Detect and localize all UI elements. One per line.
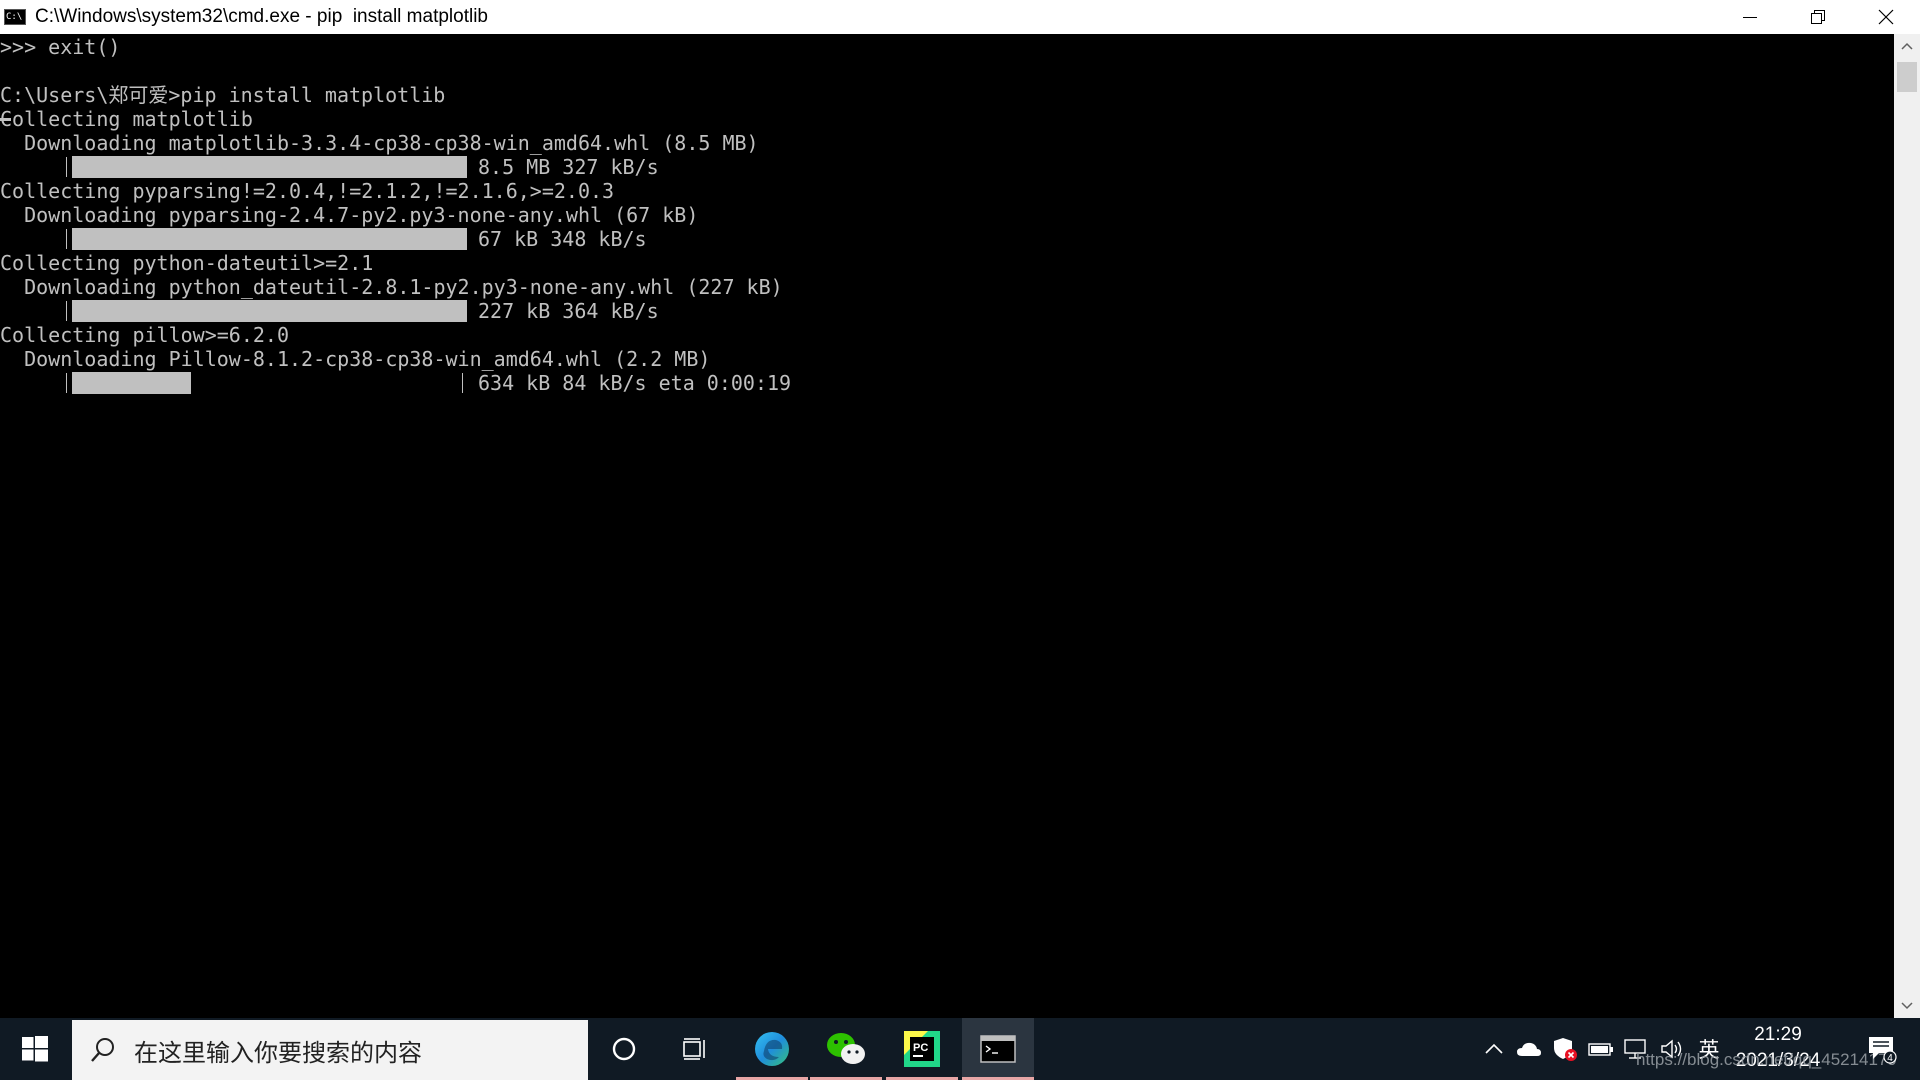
console-line: Downloading python_dateutil-2.8.1-py2.py… (0, 275, 783, 299)
progress-bar-border (66, 157, 67, 177)
progress-status: 67 kB 348 kB/s (478, 227, 647, 251)
console-line: >>> exit() (0, 35, 121, 59)
scroll-down-button[interactable] (1894, 994, 1920, 1018)
progress-bar-fill (72, 300, 467, 322)
action-center-button[interactable]: 4 (1852, 1018, 1912, 1080)
close-icon (1878, 9, 1894, 25)
console-line: Collecting pillow>=6.2.0 (0, 323, 289, 347)
task-view-button[interactable] (660, 1018, 732, 1080)
pycharm-icon: PC (904, 1031, 940, 1067)
chevron-down-icon (1901, 1002, 1913, 1010)
progress-status: 634 kB 84 kB/s eta 0:00:19 (478, 371, 792, 395)
minimize-button[interactable] (1716, 0, 1784, 34)
vertical-scrollbar[interactable] (1894, 34, 1920, 1018)
window-title: C:\Windows\system32\cmd.exe - pip instal… (35, 6, 488, 27)
cloud-icon (1517, 1042, 1541, 1056)
taskbar-app-wechat[interactable] (810, 1018, 882, 1080)
battery-tray[interactable] (1584, 1018, 1618, 1080)
progress-bar (72, 300, 467, 322)
text-cursor (0, 118, 11, 121)
cortana-button[interactable] (588, 1018, 660, 1080)
battery-icon (1588, 1043, 1613, 1056)
scroll-thumb[interactable] (1897, 62, 1917, 92)
console-line: Collecting pyparsing!=2.0.4,!=2.1.2,!=2.… (0, 179, 615, 203)
progress-bar-fill (72, 228, 467, 250)
console-line: C:\Users\郑可爱>pip install matplotlib (0, 83, 446, 107)
cmd-icon (980, 1035, 1016, 1063)
taskbar: 在这里输入你要搜索的内容 PC 英 21:29 2021/3/24 https:… (0, 1018, 1920, 1080)
shield-icon (1554, 1038, 1577, 1061)
svg-text:PC: PC (913, 1042, 928, 1054)
progress-bar-fill (72, 156, 467, 178)
minimize-icon (1743, 17, 1757, 18)
progress-bar-border (66, 229, 67, 249)
window-controls (1716, 0, 1920, 34)
taskbar-app-pycharm[interactable]: PC (886, 1018, 958, 1080)
onedrive-tray[interactable] (1512, 1018, 1546, 1080)
console-line: Downloading Pillow-8.1.2-cp38-cp38-win_a… (0, 347, 711, 371)
title-bar[interactable]: C:\Windows\system32\cmd.exe - pip instal… (0, 0, 1920, 34)
progress-status: 8.5 MB 327 kB/s (478, 155, 659, 179)
progress-bar (72, 372, 467, 394)
cmd-icon (4, 9, 26, 25)
edge-icon (755, 1032, 789, 1066)
console-line: Downloading matplotlib-3.3.4-cp38-cp38-w… (0, 131, 759, 155)
restore-icon (1811, 10, 1825, 24)
chevron-up-icon (1901, 42, 1913, 50)
progress-bar-border (462, 373, 463, 393)
progress-bar-border (66, 301, 67, 321)
taskbar-search-box[interactable]: 在这里输入你要搜索的内容 (72, 1020, 588, 1080)
progress-bar (72, 156, 467, 178)
start-button[interactable] (0, 1018, 70, 1080)
wechat-icon (827, 1033, 865, 1064)
console-line: Collecting matplotlib (0, 107, 253, 131)
show-hidden-icons-button[interactable] (1478, 1018, 1510, 1080)
security-tray[interactable] (1548, 1018, 1582, 1080)
search-icon (91, 1038, 114, 1062)
task-view-icon (683, 1038, 705, 1060)
close-button[interactable] (1852, 0, 1920, 34)
volume-tray[interactable] (1656, 1018, 1690, 1080)
taskbar-app-edge[interactable] (736, 1018, 808, 1080)
progress-bar-fill (72, 372, 191, 394)
windows-logo-icon (22, 1036, 48, 1062)
taskbar-app-cmd[interactable] (962, 1018, 1034, 1080)
console-line: Collecting python-dateutil>=2.1 (0, 251, 374, 275)
search-placeholder: 在这里输入你要搜索的内容 (134, 1039, 422, 1067)
restore-button[interactable] (1784, 0, 1852, 34)
cortana-icon (612, 1037, 636, 1061)
console-line: Downloading pyparsing-2.4.7-py2.py3-none… (0, 203, 699, 227)
progress-status: 227 kB 364 kB/s (478, 299, 659, 323)
chevron-up-icon (1485, 1043, 1503, 1054)
progress-bar-border (66, 373, 67, 393)
console-output[interactable]: >>> exit() C:\Users\郑可爱>pip install matp… (0, 34, 1894, 1018)
progress-bar (72, 228, 467, 250)
notification-icon: 4 (1869, 1037, 1897, 1064)
clock-time: 21:29 (1754, 1024, 1802, 1045)
scroll-up-button[interactable] (1894, 34, 1920, 58)
network-tray[interactable] (1620, 1018, 1654, 1080)
notification-count: 4 (1887, 1053, 1893, 1064)
